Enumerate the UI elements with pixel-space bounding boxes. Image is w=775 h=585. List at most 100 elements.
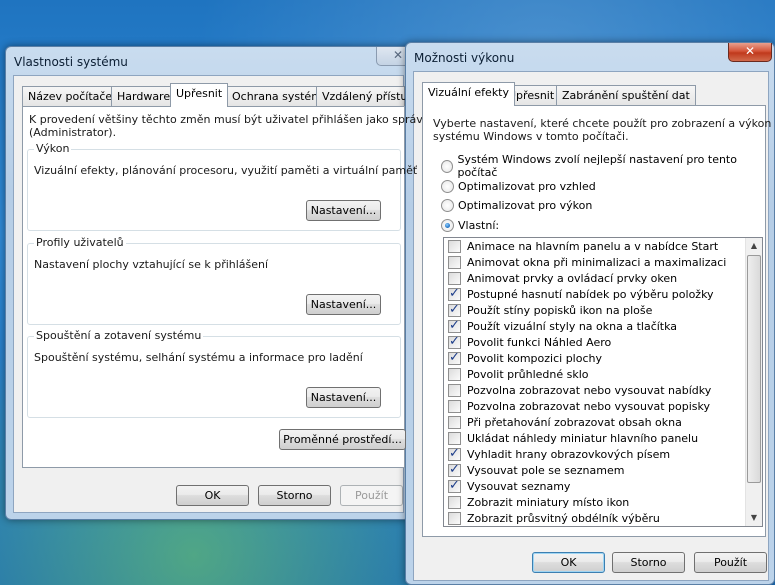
list-item[interactable]: Vysouvat seznamy — [444, 478, 745, 494]
user-profiles-group-label: Profily uživatelů — [34, 236, 126, 249]
radio-label: Vlastní: — [458, 218, 500, 232]
radio-button[interactable] — [441, 159, 454, 173]
system-properties-titlebar[interactable]: Vlastnosti systému ✕ — [6, 47, 420, 75]
checkbox[interactable] — [448, 286, 461, 301]
list-item[interactable]: Pozvolna zobrazovat nebo vysouvat popisk… — [444, 398, 745, 414]
checkbox-label: Pozvolna zobrazovat nebo vysouvat popisk… — [467, 399, 710, 413]
checkbox-label: Při přetahování zobrazovat obsah okna — [467, 415, 682, 429]
checkbox[interactable] — [448, 462, 461, 477]
ok-button[interactable]: OK — [532, 552, 605, 573]
list-item[interactable]: Povolit funkci Náhled Aero — [444, 334, 745, 350]
checkbox-label: Zobrazit miniatury místo ikon — [467, 495, 630, 509]
checkbox[interactable] — [448, 478, 461, 493]
checkbox-label: Vysouvat seznamy — [467, 479, 571, 493]
list-item[interactable]: Zobrazit průsvitný obdélník výběru — [444, 510, 745, 526]
performance-desc: Vizuální efekty, plánování procesoru, vy… — [34, 164, 418, 177]
radio-button[interactable] — [441, 179, 454, 193]
visual-effects-list[interactable]: Animace na hlavním panelu a v nabídce St… — [443, 237, 763, 527]
tab-hardware[interactable]: Hardware — [111, 86, 177, 107]
checkbox[interactable] — [448, 511, 461, 525]
advanced-panel: K provedení většiny těchto změn musí být… — [22, 106, 436, 468]
visual-effects-items: Animace na hlavním panelu a v nabídce St… — [444, 238, 745, 526]
list-item[interactable]: Ukládat náhledy miniatur hlavního panelu — [444, 430, 745, 446]
ok-button[interactable]: OK — [176, 485, 249, 506]
startup-recovery-desc: Spouštění systému, selhání systému a inf… — [34, 351, 363, 364]
performance-options-client: Vizuální efekty Upřesnit Zabránění spušt… — [413, 71, 771, 581]
checkbox[interactable] — [448, 383, 461, 397]
radio-best-performance[interactable]: Optimalizovat pro výkon — [441, 197, 592, 213]
list-item[interactable]: Povolit kompozici plochy — [444, 350, 745, 366]
visual-effects-panel: Vyberte nastavení, které chcete použít p… — [422, 105, 771, 537]
window-title: Možnosti výkonu — [414, 51, 515, 65]
radio-custom[interactable]: Vlastní: — [441, 217, 499, 233]
radio-button[interactable] — [441, 218, 454, 232]
tab-remote[interactable]: Vzdálený přístup — [316, 86, 414, 107]
list-item[interactable]: Animovat prvky a ovládací prvky oken — [444, 270, 745, 286]
list-item[interactable]: Animovat okna při minimalizaci a maximal… — [444, 254, 745, 270]
vertical-scrollbar[interactable]: ▲ ▼ — [745, 238, 762, 526]
tab-dep[interactable]: Zabránění spuštění dat — [556, 85, 696, 106]
checkbox[interactable] — [448, 255, 461, 269]
checkbox-label: Postupné hasnutí nabídek po výběru polož… — [467, 287, 714, 301]
list-item[interactable]: Vysouvat pole se seznamem — [444, 462, 745, 478]
list-item[interactable]: Použít stíny popisků ikon na ploše — [444, 302, 745, 318]
radio-button[interactable] — [441, 198, 454, 212]
checkbox[interactable] — [448, 302, 461, 317]
checkbox-label: Ukládat náhledy miniatur hlavního panelu — [467, 431, 699, 445]
list-item[interactable]: Při přetahování zobrazovat obsah okna — [444, 414, 745, 430]
checkbox-label: Povolit kompozici plochy — [467, 351, 602, 365]
cancel-button[interactable]: Storno — [612, 552, 685, 573]
list-item[interactable]: Animace na hlavním panelu a v nabídce St… — [444, 238, 745, 254]
list-item[interactable]: Vyhladit hrany obrazovkových písem — [444, 446, 745, 462]
intro-text: Vyberte nastavení, které chcete použít p… — [433, 117, 772, 130]
scroll-down-arrow-icon[interactable]: ▼ — [746, 510, 762, 526]
system-properties-client: Název počítače Hardware Upřesnit Ochrana… — [13, 75, 436, 513]
checkbox[interactable] — [448, 318, 461, 333]
list-item[interactable]: Povolit průhledné sklo — [444, 366, 745, 382]
checkbox[interactable] — [448, 446, 461, 461]
checkbox-label: Povolit funkci Náhled Aero — [467, 335, 612, 349]
list-item[interactable]: Postupné hasnutí nabídek po výběru polož… — [444, 286, 745, 302]
startup-recovery-group-label: Spouštění a zotavení systému — [34, 329, 204, 342]
checkbox-label: Animovat prvky a ovládací prvky oken — [467, 271, 678, 285]
apply-button[interactable]: Použít — [694, 552, 767, 573]
checkbox[interactable] — [448, 334, 461, 349]
scrollbar-thumb[interactable] — [747, 255, 761, 483]
user-profiles-settings-button[interactable]: Nastavení... — [306, 294, 381, 315]
checkbox[interactable] — [448, 350, 461, 365]
performance-settings-button[interactable]: Nastavení... — [306, 200, 381, 221]
list-item[interactable]: Použít vizuální styly na okna a tlačítka — [444, 318, 745, 334]
window-title: Vlastnosti systému — [14, 55, 128, 69]
checkbox[interactable] — [448, 399, 461, 413]
checkbox[interactable] — [448, 271, 461, 285]
list-item[interactable]: Zobrazit miniatury místo ikon — [444, 494, 745, 510]
tab-advanced[interactable]: Upřesnit — [170, 83, 229, 107]
checkbox-label: Zobrazit průsvitný obdélník výběru — [467, 511, 660, 525]
checkbox-label: Pozvolna zobrazovat nebo vysouvat nabídk… — [467, 383, 712, 397]
startup-recovery-settings-button[interactable]: Nastavení... — [306, 387, 381, 408]
environment-variables-button[interactable]: Proměnné prostředí... — [279, 429, 406, 450]
performance-group: Výkon Vizuální efekty, plánování proceso… — [27, 142, 417, 231]
checkbox[interactable] — [448, 367, 461, 381]
radio-label: Systém Windows zvolí nejlepší nastavení … — [457, 153, 737, 179]
user-profiles-desc: Nastavení plochy vztahující se k přihláš… — [34, 258, 269, 271]
performance-options-window: Možnosti výkonu ✕ Vizuální efekty Upřesn… — [405, 42, 775, 585]
tab-computer-name[interactable]: Název počítače — [22, 86, 119, 107]
checkbox[interactable] — [448, 415, 461, 429]
checkbox[interactable] — [448, 431, 461, 445]
performance-options-titlebar[interactable]: Možnosti výkonu ✕ — [406, 43, 774, 71]
close-button[interactable]: ✕ — [728, 43, 772, 62]
checkbox-label: Animovat okna při minimalizaci a maximal… — [467, 255, 727, 269]
apply-button[interactable]: Použít — [340, 485, 403, 506]
cancel-button[interactable]: Storno — [258, 485, 331, 506]
radio-label: Optimalizovat pro vzhled — [458, 179, 596, 193]
list-item[interactable]: Pozvolna zobrazovat nebo vysouvat nabídk… — [444, 382, 745, 398]
checkbox[interactable] — [448, 495, 461, 509]
radio-best-appearance[interactable]: Optimalizovat pro vzhled — [441, 178, 596, 194]
tab-visual-effects[interactable]: Vizuální efekty — [422, 82, 516, 106]
checkbox[interactable] — [448, 239, 461, 253]
intro-text-2: systému Windows v tomto počítači. — [433, 130, 629, 143]
radio-let-windows-choose[interactable]: Systém Windows zvolí nejlepší nastavení … — [441, 153, 765, 179]
admin-note: K provedení většiny těchto změn musí být… — [29, 113, 436, 126]
scroll-up-arrow-icon[interactable]: ▲ — [746, 238, 762, 254]
